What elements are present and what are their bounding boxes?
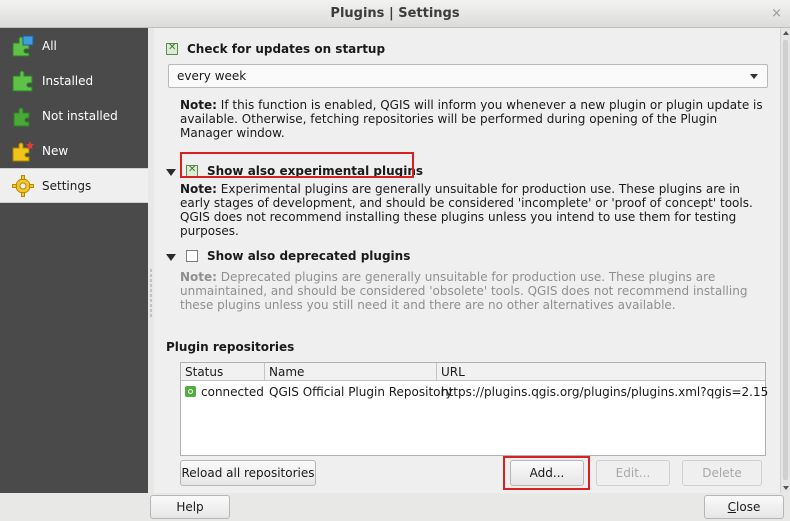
settings-panel: Check for updates on startup every week … bbox=[154, 28, 790, 493]
gear-icon bbox=[10, 173, 36, 199]
reload-repositories-button[interactable]: Reload all repositories bbox=[180, 460, 316, 486]
dialog-footer: Help Close bbox=[0, 493, 790, 521]
status-cell: connected bbox=[181, 383, 264, 401]
scroll-up-icon[interactable] bbox=[783, 31, 789, 35]
experimental-highlight-box bbox=[180, 152, 414, 178]
puzzle-all-icon bbox=[10, 33, 36, 59]
name-cell: QGIS Official Plugin Repository bbox=[269, 385, 453, 399]
check-updates-label: Check for updates on startup bbox=[187, 42, 386, 56]
sidebar-item-new[interactable]: New bbox=[0, 133, 148, 168]
sidebar-item-label: Not installed bbox=[42, 108, 118, 123]
scroll-down-icon[interactable] bbox=[783, 486, 789, 490]
puzzle-new-icon bbox=[10, 138, 36, 164]
sidebar: All Installed Not installed New Settings bbox=[0, 28, 148, 493]
deprecated-row[interactable]: Show also deprecated plugins bbox=[186, 249, 410, 263]
column-header-status[interactable]: Status bbox=[181, 363, 265, 381]
table-header: Status Name URL bbox=[181, 363, 765, 381]
help-button[interactable]: Help bbox=[150, 495, 230, 519]
edit-repository-button[interactable]: Edit... bbox=[596, 460, 670, 486]
column-header-url[interactable]: URL bbox=[437, 363, 765, 381]
sidebar-item-label: Settings bbox=[42, 178, 92, 193]
connected-status-icon bbox=[185, 386, 196, 397]
deprecated-checkbox[interactable] bbox=[186, 250, 198, 262]
check-updates-row[interactable]: Check for updates on startup bbox=[166, 42, 385, 56]
deprecated-label: Show also deprecated plugins bbox=[207, 249, 411, 263]
url-cell: https://plugins.qgis.org/plugins/plugins… bbox=[441, 385, 769, 399]
experimental-note: Note: Experimental plugins are generally… bbox=[180, 182, 753, 238]
add-highlight-box bbox=[503, 456, 590, 490]
window-titlebar: Plugins | Settings × bbox=[0, 0, 790, 28]
window-title: Plugins | Settings bbox=[330, 6, 460, 21]
update-note: Note: If this function is enabled, QGIS … bbox=[180, 98, 763, 140]
scroll-thumb[interactable] bbox=[783, 40, 788, 480]
check-updates-checkbox[interactable] bbox=[166, 42, 178, 55]
collapse-deprecated-icon[interactable] bbox=[166, 254, 176, 261]
sidebar-item-label: All bbox=[42, 38, 57, 53]
repositories-table[interactable]: Status Name URL connected QGIS Official … bbox=[180, 362, 769, 456]
vertical-scrollbar[interactable] bbox=[780, 28, 790, 493]
puzzle-installed-icon bbox=[10, 68, 36, 94]
sidebar-item-settings[interactable]: Settings bbox=[0, 168, 148, 203]
window-close-icon[interactable]: × bbox=[771, 0, 782, 27]
chevron-down-icon bbox=[750, 74, 758, 79]
collapse-experimental-icon[interactable] bbox=[166, 169, 176, 176]
plugin-repositories-title: Plugin repositories bbox=[166, 340, 295, 354]
table-row[interactable]: connected QGIS Official Plugin Repositor… bbox=[181, 383, 769, 401]
sidebar-item-label: Installed bbox=[42, 73, 94, 88]
sidebar-item-all[interactable]: All bbox=[0, 28, 148, 63]
puzzle-not-installed-icon bbox=[10, 103, 36, 129]
column-header-name[interactable]: Name bbox=[265, 363, 437, 381]
deprecated-note: Note: Deprecated plugins are generally u… bbox=[180, 270, 748, 312]
sidebar-item-label: New bbox=[42, 143, 69, 158]
close-button[interactable]: Close bbox=[704, 495, 784, 519]
delete-repository-button[interactable]: Delete bbox=[682, 460, 762, 486]
update-frequency-select[interactable]: every week bbox=[168, 64, 768, 88]
sidebar-item-installed[interactable]: Installed bbox=[0, 63, 148, 98]
sidebar-item-not-installed[interactable]: Not installed bbox=[0, 98, 148, 133]
update-frequency-value: every week bbox=[177, 69, 247, 83]
